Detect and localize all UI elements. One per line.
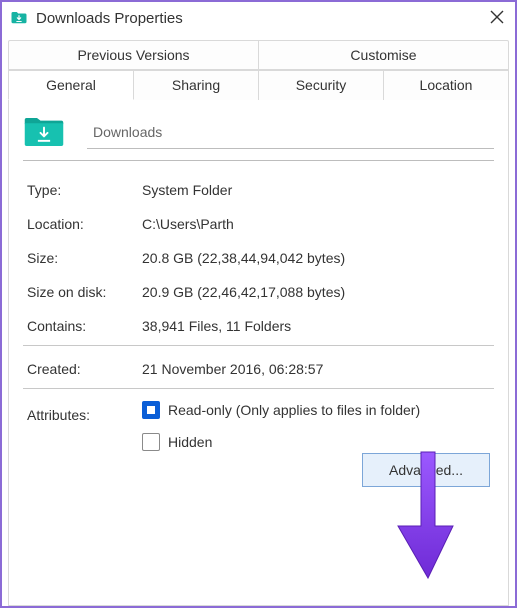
hidden-checkbox[interactable]: Hidden (142, 433, 490, 451)
created-value: 21 November 2016, 06:28:57 (138, 352, 494, 386)
size-on-disk-value: 20.9 GB (22,46,42,17,088 bytes) (138, 275, 494, 309)
separator (23, 160, 494, 161)
checkbox-indeterminate-icon (142, 401, 160, 419)
titlebar: Downloads Properties (2, 2, 515, 36)
readonly-label: Read-only (Only applies to files in fold… (168, 402, 420, 418)
window-title: Downloads Properties (36, 10, 183, 27)
attributes-label: Attributes: (23, 395, 138, 496)
tab-location[interactable]: Location (384, 70, 509, 100)
folder-name-row (23, 114, 494, 150)
size-value: 20.8 GB (22,38,44,94,042 bytes) (138, 241, 494, 275)
tab-security[interactable]: Security (259, 70, 384, 100)
properties-window: Downloads Properties Previous Versions C… (0, 0, 517, 608)
tab-sharing[interactable]: Sharing (134, 70, 259, 100)
downloads-folder-large-icon (23, 114, 65, 150)
properties-table: Type: System Folder Location: C:\Users\P… (23, 173, 494, 496)
titlebar-left: Downloads Properties (10, 9, 183, 27)
close-button[interactable] (485, 6, 509, 30)
close-icon (490, 10, 504, 27)
size-label: Size: (23, 241, 138, 275)
hidden-label: Hidden (168, 434, 212, 450)
attributes-column: Read-only (Only applies to files in fold… (142, 401, 490, 451)
type-value: System Folder (138, 173, 494, 207)
advanced-button[interactable]: Advanced... (362, 453, 490, 487)
tab-general[interactable]: General (8, 70, 134, 100)
tab-previous-versions[interactable]: Previous Versions (8, 40, 259, 70)
created-label: Created: (23, 352, 138, 386)
tab-customise[interactable]: Customise (259, 40, 509, 70)
separator (23, 388, 494, 389)
size-on-disk-label: Size on disk: (23, 275, 138, 309)
contains-value: 38,941 Files, 11 Folders (138, 309, 494, 343)
general-panel: Type: System Folder Location: C:\Users\P… (8, 100, 509, 606)
folder-name-input[interactable] (87, 116, 494, 149)
checkbox-unchecked-icon (142, 433, 160, 451)
location-value: C:\Users\Parth (138, 207, 494, 241)
readonly-checkbox[interactable]: Read-only (Only applies to files in fold… (142, 401, 490, 419)
separator (23, 345, 494, 346)
downloads-folder-icon (10, 9, 28, 27)
contains-label: Contains: (23, 309, 138, 343)
tabstrip: Previous Versions Customise General Shar… (8, 40, 509, 100)
location-label: Location: (23, 207, 138, 241)
type-label: Type: (23, 173, 138, 207)
